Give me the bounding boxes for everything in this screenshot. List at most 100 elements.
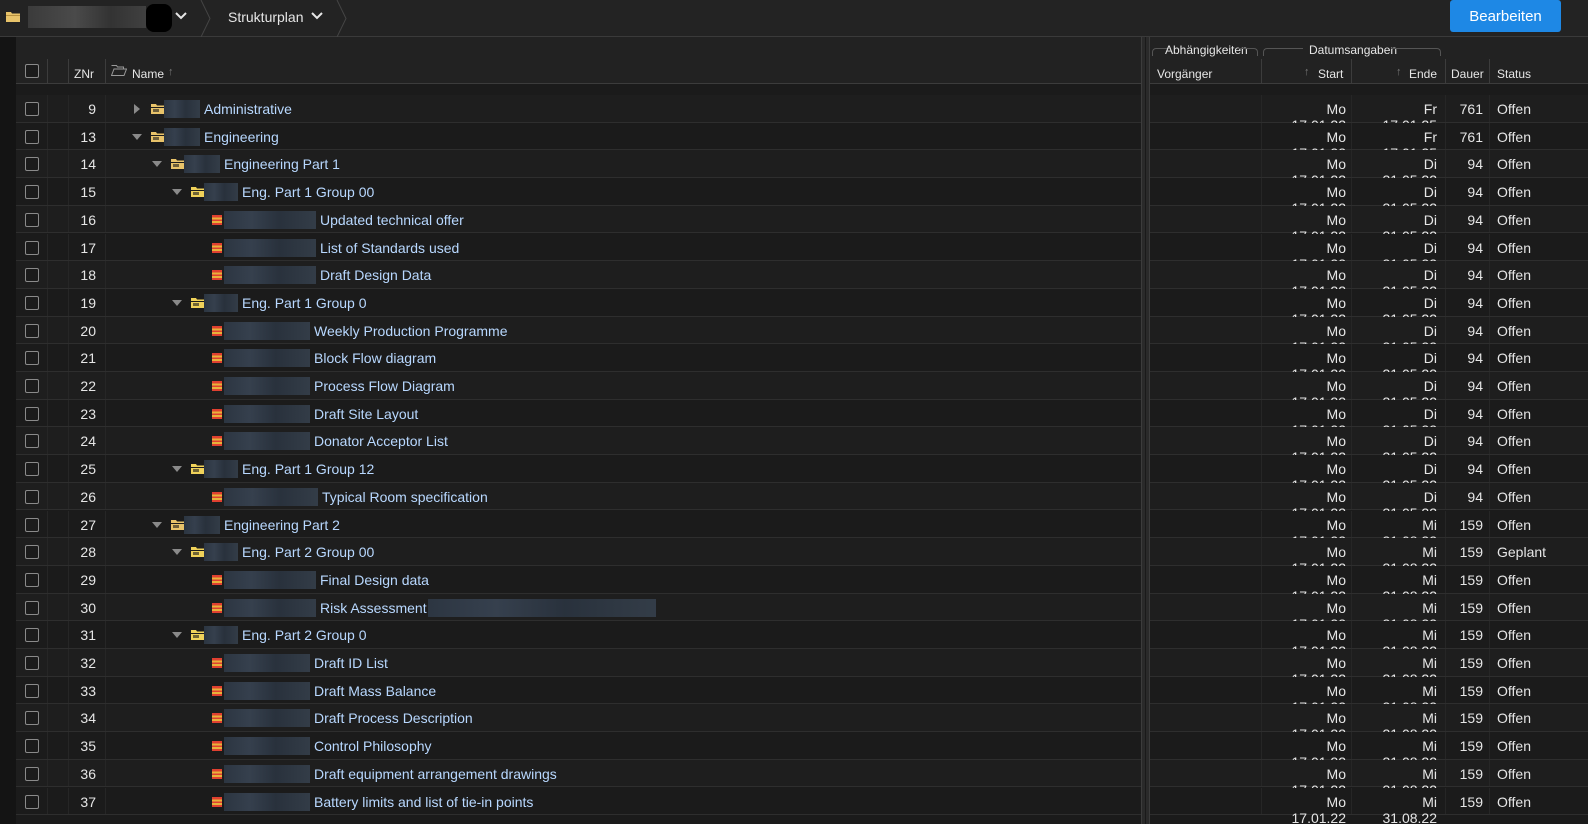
row-name-link[interactable]: Battery limits and list of tie-in points bbox=[314, 794, 533, 810]
row-checkbox[interactable] bbox=[25, 379, 39, 393]
row-name-link[interactable]: Eng. Part 2 Group 00 bbox=[242, 544, 374, 560]
row-name-link[interactable]: Control Philosophy bbox=[314, 738, 432, 754]
row-name-link[interactable]: Draft Design Data bbox=[320, 267, 431, 283]
row-checkbox[interactable] bbox=[25, 462, 39, 477]
triangle-down-icon[interactable] bbox=[171, 629, 183, 641]
table-row[interactable]: 25Eng. Part 1 Group 12Mo 17.01.22Di 31.0… bbox=[16, 455, 1588, 493]
table-row[interactable]: 15Eng. Part 1 Group 00Mo 17.01.22Di 31.0… bbox=[16, 178, 1588, 216]
triangle-down-icon[interactable] bbox=[151, 519, 163, 531]
row-name-link[interactable]: Donator Acceptor List bbox=[314, 433, 448, 449]
row-checkbox[interactable] bbox=[25, 794, 39, 809]
triangle-down-icon[interactable] bbox=[171, 186, 183, 198]
column-header-status[interactable]: Status bbox=[1497, 67, 1531, 81]
row-checkbox[interactable] bbox=[25, 268, 39, 283]
row-checkbox[interactable] bbox=[25, 102, 39, 116]
chevron-down-icon[interactable] bbox=[173, 7, 189, 25]
row-checkbox[interactable] bbox=[25, 157, 39, 172]
table-row[interactable]: 35Control PhilosophyMo 17.01.22Mi 31.08.… bbox=[16, 732, 1588, 770]
row-name-link[interactable]: Block Flow diagram bbox=[314, 350, 436, 366]
row-checkbox[interactable] bbox=[25, 240, 39, 255]
table-row[interactable]: 22Process Flow DiagramMo 17.01.22Di 31.0… bbox=[16, 372, 1588, 410]
triangle-down-icon[interactable] bbox=[131, 131, 143, 143]
row-name-link[interactable]: Eng. Part 2 Group 0 bbox=[242, 627, 367, 643]
table-row[interactable]: 31Eng. Part 2 Group 0Mo 17.01.22Mi 31.08… bbox=[16, 621, 1588, 659]
table-row[interactable]: 21Block Flow diagramMo 17.01.22Di 31.05.… bbox=[16, 344, 1588, 382]
row-checkbox[interactable] bbox=[25, 185, 39, 200]
project-name-redacted[interactable] bbox=[28, 6, 146, 28]
row-name-link[interactable]: Final Design data bbox=[320, 572, 429, 588]
row-checkbox[interactable] bbox=[25, 489, 39, 504]
column-header-predecessor[interactable]: Vorgänger bbox=[1157, 67, 1212, 81]
chevron-down-icon[interactable] bbox=[309, 7, 325, 25]
triangle-down-icon[interactable] bbox=[151, 158, 163, 170]
row-checkbox[interactable] bbox=[25, 129, 39, 144]
pane-splitter[interactable] bbox=[1141, 37, 1150, 824]
table-row[interactable]: 13EngineeringMo 17.01.22Fr 17.01.25761Of… bbox=[16, 122, 1588, 161]
row-name-link[interactable]: Draft Process Description bbox=[314, 710, 473, 726]
select-all-checkbox[interactable] bbox=[25, 64, 39, 78]
row-name-link[interactable]: Eng. Part 1 Group 00 bbox=[242, 184, 374, 200]
table-row[interactable]: 17List of Standards usedMo 17.01.22Di 31… bbox=[16, 233, 1588, 272]
row-checkbox[interactable] bbox=[25, 572, 39, 587]
row-checkbox[interactable] bbox=[25, 711, 39, 726]
column-header-znr[interactable]: ZNr bbox=[74, 67, 94, 81]
row-name-link[interactable]: Typical Room specification bbox=[322, 489, 488, 505]
table-row[interactable]: 32Draft ID ListMo 17.01.22Mi 31.08.22159… bbox=[16, 649, 1588, 687]
row-name-link[interactable]: Engineering bbox=[204, 129, 279, 145]
row-checkbox[interactable] bbox=[25, 600, 39, 615]
row-checkbox[interactable] bbox=[25, 628, 39, 643]
table-row[interactable]: 18Draft Design DataMo 17.01.22Di 31.05.2… bbox=[16, 261, 1588, 299]
row-checkbox[interactable] bbox=[25, 323, 39, 338]
row-checkbox[interactable] bbox=[25, 683, 39, 698]
column-header-end[interactable]: Ende bbox=[1409, 67, 1437, 81]
table-row[interactable]: 9AdministrativeMo 17.01.22Fr 17.01.25761… bbox=[16, 95, 1588, 133]
row-name-link[interactable]: Draft Site Layout bbox=[314, 406, 418, 422]
edit-button[interactable]: Bearbeiten bbox=[1450, 0, 1561, 32]
table-row[interactable]: 37 Battery limits and list of tie-in poin… bbox=[16, 787, 1588, 824]
row-checkbox[interactable] bbox=[25, 212, 39, 227]
row-name-link[interactable]: Engineering Part 2 bbox=[224, 517, 340, 533]
row-name-link[interactable]: Updated technical offer bbox=[320, 212, 464, 228]
row-checkbox[interactable] bbox=[25, 351, 39, 366]
table-row[interactable]: 16Updated technical offerMo 17.01.22Di 3… bbox=[16, 205, 1588, 244]
table-row[interactable]: 36 Draft equipment arrangement drawings Mo… bbox=[16, 759, 1588, 798]
column-header-start[interactable]: Start bbox=[1318, 67, 1343, 81]
row-name-link[interactable]: Draft Mass Balance bbox=[314, 683, 436, 699]
triangle-down-icon[interactable] bbox=[171, 297, 183, 309]
breadcrumb-structure-plan[interactable]: Strukturplan bbox=[228, 9, 303, 25]
row-name-link[interactable]: Eng. Part 1 Group 0 bbox=[242, 295, 367, 311]
table-row[interactable]: 34Draft Process DescriptionMo 17.01.22Mi… bbox=[16, 704, 1588, 742]
triangle-down-icon[interactable] bbox=[171, 546, 183, 558]
row-name-link[interactable]: Draft ID List bbox=[314, 655, 388, 671]
row-checkbox[interactable] bbox=[25, 517, 39, 532]
table-row[interactable]: 26Typical Room specificationMo 17.01.22D… bbox=[16, 482, 1588, 521]
row-checkbox[interactable] bbox=[25, 739, 39, 754]
row-name-link[interactable]: List of Standards used bbox=[320, 240, 459, 256]
row-name-link[interactable]: Draft equipment arrangement drawings bbox=[314, 766, 557, 782]
triangle-right-icon[interactable] bbox=[131, 103, 143, 115]
table-row[interactable]: 14Engineering Part 1Mo 17.01.22Di 31.05.… bbox=[16, 150, 1588, 188]
row-name-link[interactable]: Eng. Part 1 Group 12 bbox=[242, 461, 374, 477]
table-row[interactable]: 23Draft Site LayoutMo 17.01.22Di 31.05.2… bbox=[16, 399, 1588, 438]
table-row[interactable]: 33Draft Mass BalanceMo 17.01.22Mi 31.08.… bbox=[16, 676, 1588, 715]
row-checkbox[interactable] bbox=[25, 295, 39, 310]
row-name-link[interactable]: Weekly Production Programme bbox=[314, 323, 507, 339]
table-row[interactable]: 20Weekly Production ProgrammeMo 17.01.22… bbox=[16, 316, 1588, 355]
row-name-link[interactable]: Administrative bbox=[204, 101, 292, 117]
row-checkbox[interactable] bbox=[25, 406, 39, 421]
row-checkbox[interactable] bbox=[25, 656, 39, 670]
table-row[interactable]: 27Engineering Part 2Mo 17.01.22Mi 31.08.… bbox=[16, 510, 1588, 549]
column-header-name[interactable]: Name bbox=[132, 67, 164, 81]
table-row[interactable]: 28Eng. Part 2 Group 00Mo 17.01.22Mi 31.0… bbox=[16, 538, 1588, 576]
table-row[interactable]: 19Eng. Part 1 Group 0Mo 17.01.22Di 31.05… bbox=[16, 288, 1588, 327]
table-row[interactable]: 24Donator Acceptor ListMo 17.01.22Di 31.… bbox=[16, 427, 1588, 465]
column-header-duration[interactable]: Dauer bbox=[1451, 67, 1484, 81]
row-name-link[interactable]: Risk Assessment bbox=[320, 600, 427, 616]
table-row[interactable]: 29Final Design dataMo 17.01.22Mi 31.08.2… bbox=[16, 565, 1588, 604]
row-checkbox[interactable] bbox=[25, 766, 39, 781]
row-checkbox[interactable] bbox=[25, 434, 39, 449]
row-name-link[interactable]: Process Flow Diagram bbox=[314, 378, 455, 394]
table-row[interactable]: 30Risk AssessmentMo 17.01.22Mi 31.08.221… bbox=[16, 593, 1588, 632]
triangle-down-icon[interactable] bbox=[171, 463, 183, 475]
row-checkbox[interactable] bbox=[25, 545, 39, 560]
